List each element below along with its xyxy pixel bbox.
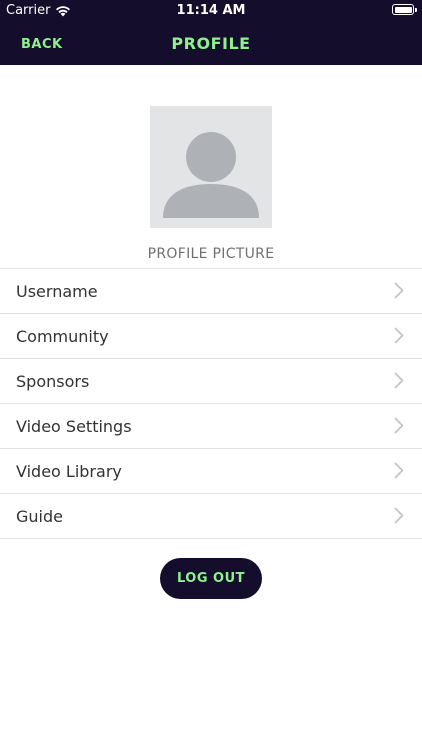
menu-item-video-settings[interactable]: Video Settings: [0, 404, 422, 449]
navigation-bar: BACK PROFILE: [0, 28, 422, 60]
menu-item-guide[interactable]: Guide: [0, 494, 422, 539]
status-bar: Carrier 11:14 AM: [0, 0, 422, 22]
logout-button[interactable]: LOG OUT: [160, 558, 262, 599]
chevron-right-icon: [394, 417, 404, 434]
settings-list: Username Community Sponsors Video Settin…: [0, 268, 422, 539]
profile-picture[interactable]: [150, 106, 272, 228]
chevron-right-icon: [394, 462, 404, 479]
menu-item-sponsors[interactable]: Sponsors: [0, 359, 422, 404]
status-time: 11:14 AM: [176, 3, 246, 18]
menu-item-label: Username: [16, 282, 98, 301]
chevron-right-icon: [394, 507, 404, 524]
menu-item-username[interactable]: Username: [0, 269, 422, 314]
chevron-right-icon: [394, 372, 404, 389]
menu-item-video-library[interactable]: Video Library: [0, 449, 422, 494]
chevron-right-icon: [394, 327, 404, 344]
menu-item-community[interactable]: Community: [0, 314, 422, 359]
menu-item-label: Sponsors: [16, 372, 90, 391]
battery-icon: [392, 4, 417, 15]
page-title: PROFILE: [171, 34, 251, 53]
chevron-right-icon: [394, 282, 404, 299]
menu-item-label: Video Settings: [16, 417, 132, 436]
avatar-placeholder-icon: [163, 132, 259, 218]
menu-item-label: Video Library: [16, 462, 122, 481]
profile-picture-label: PROFILE PICTURE: [147, 246, 275, 262]
menu-item-label: Guide: [16, 507, 63, 526]
header-bar: Carrier 11:14 AM BACK PROFILE: [0, 0, 422, 65]
menu-item-label: Community: [16, 327, 109, 346]
